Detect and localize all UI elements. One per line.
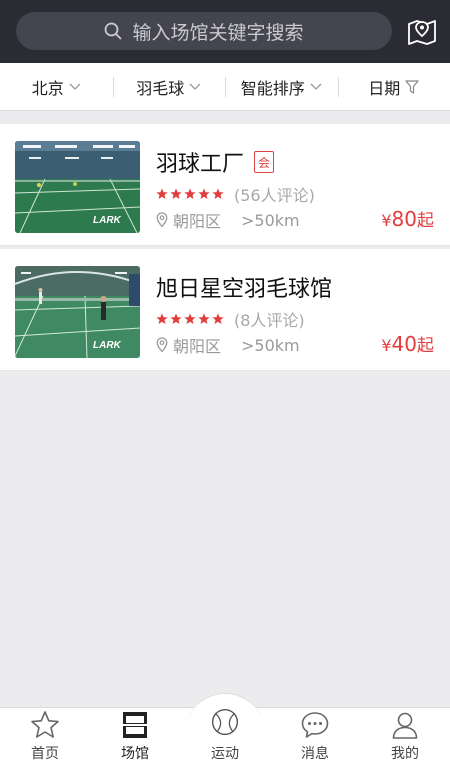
- star-icon: [184, 188, 196, 199]
- review-count: (8人评论): [234, 311, 305, 330]
- star-icon: [212, 313, 224, 324]
- venue-price: ¥80起: [381, 206, 434, 231]
- price-value: 40: [391, 332, 417, 356]
- venue-name: 旭日星空羽毛球馆: [156, 277, 333, 302]
- filter-bar: 北京 羽毛球 智能排序 日期: [0, 63, 450, 111]
- member-badge: 会: [254, 151, 275, 173]
- nav-label: 运动: [211, 746, 239, 762]
- review-count: (56人评论): [234, 186, 315, 205]
- price-value: 80: [391, 207, 417, 231]
- filter-sport-label: 羽毛球: [136, 78, 185, 98]
- filter-date[interactable]: 日期: [337, 63, 450, 110]
- venue-district: 朝阳区: [173, 337, 222, 356]
- chevron-down-icon: [189, 83, 201, 90]
- venue-icon: [123, 712, 147, 738]
- location-pin-icon: [156, 212, 168, 228]
- location-row: 朝阳区 >50km: [156, 208, 300, 232]
- location-row: 朝阳区 >50km: [156, 333, 300, 357]
- venue-name: 羽球工厂: [156, 152, 245, 177]
- person-icon: [392, 712, 418, 739]
- venue-thumbnail: LARK: [15, 266, 140, 358]
- star-icon: [156, 313, 168, 324]
- rating-row: (8人评论): [156, 307, 305, 331]
- venue-distance: >50km: [241, 210, 300, 230]
- chevron-down-icon: [310, 83, 322, 90]
- venue-card[interactable]: LARK 羽球工厂 会 (56人评论) 朝阳区 >50km ¥80起: [0, 124, 450, 246]
- chevron-down-icon: [69, 83, 81, 90]
- filter-city[interactable]: 北京: [0, 63, 113, 110]
- nav-item-venue[interactable]: 场馆: [100, 707, 170, 767]
- venue-name-row: 旭日星空羽毛球馆: [156, 271, 332, 303]
- price-currency: ¥: [381, 211, 392, 230]
- venue-card[interactable]: LARK 旭日星空羽毛球馆 (8人评论) 朝阳区 >50km ¥40起: [0, 249, 450, 371]
- venue-district: 朝阳区: [173, 212, 222, 231]
- star-icon: [31, 711, 59, 738]
- thumb-watermark: LARK: [93, 215, 121, 226]
- price-suffix: 起: [417, 211, 434, 231]
- rating-row: (56人评论): [156, 182, 315, 206]
- star-icon: [184, 313, 196, 324]
- filter-sort[interactable]: 智能排序: [225, 63, 338, 110]
- filter-date-label: 日期: [368, 78, 401, 98]
- top-header: 输入场馆关键字搜索: [0, 0, 450, 63]
- star-icon: [170, 313, 182, 324]
- venue-name-row: 羽球工厂 会: [156, 146, 275, 178]
- star-icon: [198, 313, 210, 324]
- search-bar[interactable]: 输入场馆关键字搜索: [16, 12, 392, 50]
- venue-price: ¥40起: [381, 331, 434, 356]
- star-icon: [198, 188, 210, 199]
- search-icon: [105, 22, 122, 40]
- venue-list: LARK 羽球工厂 会 (56人评论) 朝阳区 >50km ¥80起 LARK …: [0, 124, 450, 371]
- ball-icon: [211, 708, 239, 736]
- nav-label: 我的: [391, 746, 419, 762]
- star-icon: [212, 188, 224, 199]
- nav-item-home[interactable]: 首页: [10, 707, 80, 767]
- nav-item-messages[interactable]: 消息: [280, 707, 350, 767]
- filter-sport[interactable]: 羽毛球: [112, 63, 226, 110]
- filter-sort-label: 智能排序: [240, 78, 305, 98]
- nav-item-profile[interactable]: 我的: [370, 707, 440, 767]
- nav-item-sports[interactable]: 运动: [190, 707, 260, 767]
- venue-thumbnail: LARK: [15, 141, 140, 233]
- nav-label: 消息: [301, 746, 329, 762]
- search-placeholder: 输入场馆关键字搜索: [132, 21, 304, 44]
- star-icon: [156, 188, 168, 199]
- price-currency: ¥: [381, 336, 392, 355]
- map-location-icon[interactable]: [405, 14, 439, 48]
- price-suffix: 起: [417, 336, 434, 356]
- star-icon: [170, 188, 182, 199]
- thumb-watermark: LARK: [93, 340, 121, 351]
- location-pin-icon: [156, 337, 168, 353]
- chat-icon: [301, 712, 329, 738]
- venue-distance: >50km: [241, 335, 300, 355]
- funnel-icon: [405, 79, 419, 94]
- nav-label: 场馆: [121, 746, 149, 762]
- star-rating: [156, 313, 224, 325]
- star-rating: [156, 188, 224, 200]
- filter-city-label: 北京: [31, 78, 64, 98]
- nav-label: 首页: [31, 746, 59, 762]
